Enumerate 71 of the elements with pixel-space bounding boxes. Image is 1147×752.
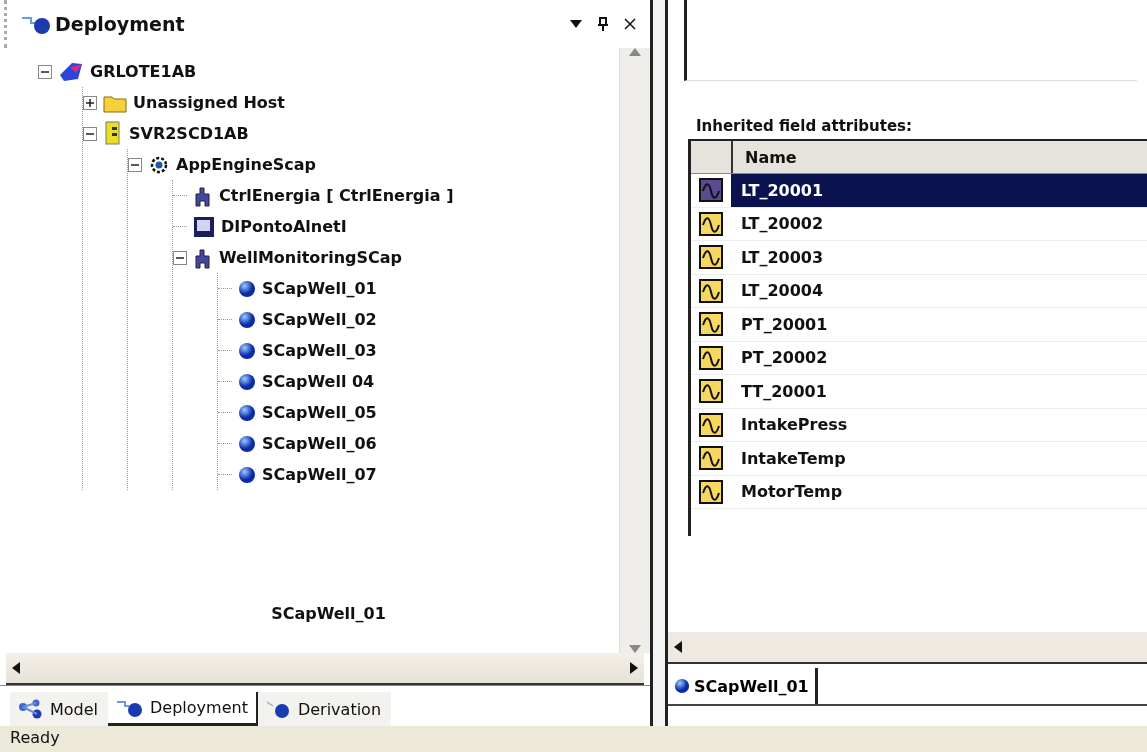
- up-arrow-icon[interactable]: [629, 48, 641, 56]
- table-cell[interactable]: PT_20002: [731, 341, 1147, 374]
- sphere-icon: [238, 465, 256, 484]
- server-icon: [103, 120, 123, 147]
- tree-item[interactable]: SCapWell_06: [262, 434, 377, 453]
- wave-icon: [699, 245, 723, 270]
- status-text: Ready: [0, 726, 1147, 752]
- wave-icon: [699, 345, 723, 370]
- splitter[interactable]: [650, 0, 668, 726]
- view-tab[interactable]: Model: [10, 692, 109, 726]
- tree-item[interactable]: CtrlEnergia [ CtrlEnergia ]: [219, 186, 454, 205]
- sphere-icon: [238, 403, 256, 422]
- view-tab[interactable]: Deployment: [108, 692, 258, 726]
- tree-item[interactable]: SCapWell_05: [262, 403, 377, 422]
- sphere-icon: [238, 372, 256, 391]
- left-arrow-icon[interactable]: [12, 662, 20, 674]
- tree-item[interactable]: SVR2SCD1AB: [129, 124, 249, 143]
- display-icon: [193, 215, 215, 238]
- expand-icon[interactable]: [83, 95, 97, 110]
- collapse-icon[interactable]: [83, 126, 97, 141]
- wave-icon: [699, 278, 723, 303]
- sphere-icon: [674, 678, 690, 694]
- horizontal-scrollbar[interactable]: [668, 632, 1147, 664]
- derivation-icon: [265, 699, 292, 719]
- collapse-icon[interactable]: [38, 64, 52, 79]
- collapse-icon[interactable]: [128, 157, 142, 172]
- table-cell[interactable]: LT_20001: [731, 174, 1147, 207]
- tree-item[interactable]: DIPontoAlnetI: [221, 217, 347, 236]
- table-cell[interactable]: LT_20002: [731, 207, 1147, 240]
- wave-icon: [699, 479, 723, 504]
- table-cell[interactable]: TT_20001: [731, 375, 1147, 408]
- pin-icon: [598, 17, 608, 31]
- table-cell[interactable]: MotorTemp: [731, 475, 1147, 508]
- network-icon: [18, 699, 44, 719]
- table-cell[interactable]: LT_20004: [731, 274, 1147, 307]
- wave-icon: [699, 412, 723, 437]
- panel-title: Deployment: [55, 13, 186, 35]
- table-cell[interactable]: LT_20003: [731, 241, 1147, 274]
- down-arrow-icon[interactable]: [629, 645, 641, 653]
- tree-item[interactable]: Unassigned Host: [133, 93, 285, 112]
- wave-icon: [699, 379, 723, 404]
- wave-icon: [699, 446, 723, 471]
- tree-item[interactable]: SCapWell_02: [262, 310, 377, 329]
- wave-icon: [699, 312, 723, 337]
- view-tab[interactable]: Derivation: [257, 692, 392, 726]
- close-icon: [624, 18, 636, 30]
- collapse-icon[interactable]: [173, 250, 187, 265]
- sphere-icon: [238, 434, 256, 453]
- table-cell[interactable]: IntakePress: [731, 408, 1147, 441]
- section-label: Inherited field attributes:: [696, 117, 914, 135]
- tree-item[interactable]: SCapWell_07: [262, 465, 377, 484]
- sphere-icon: [238, 341, 256, 360]
- caret-icon: [570, 20, 582, 28]
- table-cell[interactable]: IntakeTemp: [731, 442, 1147, 475]
- tree-item[interactable]: SCapWell_01: [262, 279, 377, 298]
- tree-item[interactable]: GRLOTE1AB: [90, 62, 197, 81]
- sphere-icon: [238, 279, 256, 298]
- right-arrow-icon[interactable]: [630, 662, 638, 674]
- wave-icon: [699, 178, 723, 203]
- table-cell[interactable]: PT_20001: [731, 308, 1147, 341]
- wave-icon: [699, 211, 723, 236]
- tree-item[interactable]: SCapWell_03: [262, 341, 377, 360]
- vertical-scrollbar[interactable]: [619, 48, 650, 653]
- tree-item[interactable]: WellMonitoringSCap: [219, 248, 403, 267]
- galaxy-icon: [58, 60, 84, 83]
- left-arrow-icon[interactable]: [674, 641, 682, 653]
- tree-item[interactable]: AppEngineScap: [176, 155, 317, 174]
- horizontal-scrollbar[interactable]: [6, 653, 644, 685]
- sphere-icon: [238, 310, 256, 329]
- tree-item[interactable]: SCapWell 04: [262, 372, 375, 391]
- drag-caption: SCapWell_01: [270, 604, 387, 625]
